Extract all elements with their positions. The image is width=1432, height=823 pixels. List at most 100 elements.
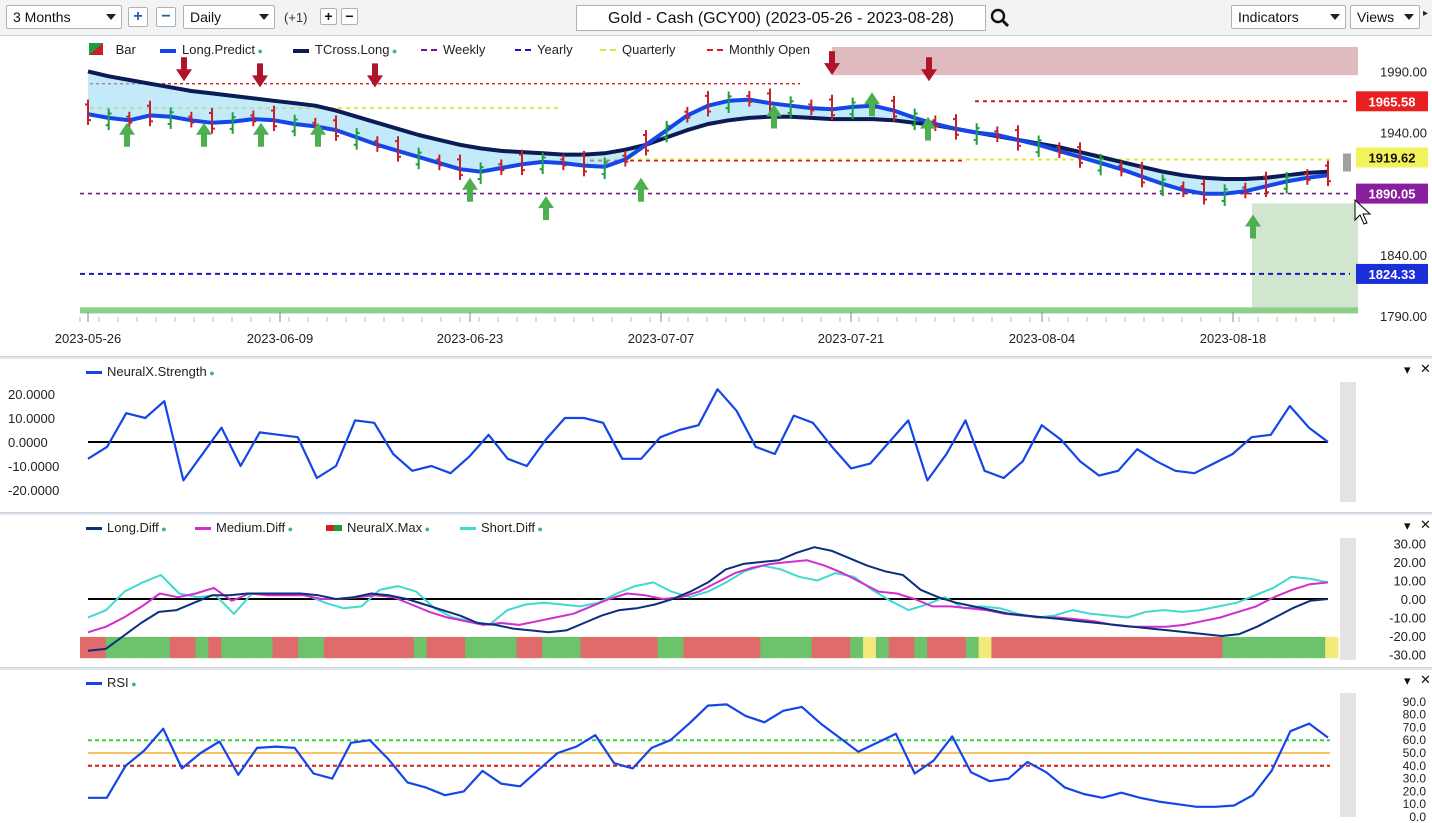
neuralx-max-block: [503, 636, 517, 659]
indicators-dropdown[interactable]: Indicators: [1231, 5, 1346, 29]
neuralx-max-block: [465, 636, 479, 659]
legend-weekly-label: Weekly: [443, 42, 486, 57]
chart-background: [0, 37, 1432, 355]
legend-monthly-open[interactable]: Monthly Open: [707, 42, 810, 57]
chevron-down-icon: [1404, 14, 1414, 20]
legend-short-diff[interactable]: Short.Diff ●: [460, 520, 543, 535]
price-axis-tick: 1840.00: [1380, 248, 1427, 263]
rsi-chart[interactable]: 90.080.070.060.050.040.030.020.010.00.0: [0, 671, 1432, 823]
price-axis-tick: 1790.00: [1380, 309, 1427, 324]
neuralx-max-block: [1209, 636, 1223, 659]
price-tag-label: 1965.58: [1369, 94, 1416, 109]
toolbar: 3 Months + − Daily (+1) + − Gold - Cash …: [0, 0, 1432, 36]
legend-long-predict[interactable]: Long.Predict ●: [160, 42, 263, 57]
strength-axis-tick: 10.0000: [8, 411, 55, 426]
legend-neuralx-strength[interactable]: NeuralX.Strength ●: [86, 364, 215, 379]
neuralx-max-block: [875, 636, 890, 659]
neuralx-max-block: [182, 636, 197, 659]
legend-rsi[interactable]: RSI ●: [86, 675, 137, 690]
neuralx-max-block: [349, 636, 363, 659]
rsi-axis-tick: 0.0: [1409, 810, 1426, 823]
neuralx-max-block: [991, 636, 1005, 659]
legend-swatch: [707, 49, 723, 51]
neuralx-max-block: [1081, 636, 1095, 659]
date-axis-label: 2023-07-21: [818, 331, 885, 346]
pane-scroll-strip: [1340, 693, 1356, 817]
neuralx-max-block: [850, 636, 864, 659]
legend-swatch: [160, 49, 176, 53]
legend-rsi-label: RSI: [107, 675, 129, 690]
legend-swatch: [195, 527, 211, 530]
diff-chart[interactable]: 30.00 20.00 10.00 0.00 -10.00 -20.00 -30.00: [0, 516, 1432, 666]
chevron-down-icon: [106, 14, 116, 20]
neuralx-max-block: [221, 636, 235, 659]
legend-quarterly-label: Quarterly: [622, 42, 676, 57]
zoom-in-button[interactable]: +: [128, 7, 148, 27]
scroll-handle[interactable]: [1343, 153, 1351, 172]
pin-icon[interactable]: ▸: [1423, 8, 1428, 19]
neuralx-max-block: [734, 636, 749, 659]
offset-decrease-button[interactable]: −: [341, 8, 358, 25]
collapse-pane-icon[interactable]: ▾: [1404, 518, 1411, 534]
legend-tcross-long[interactable]: TCross.Long ●: [293, 42, 397, 57]
legend-swatch: [86, 371, 102, 374]
zoom-out-button[interactable]: −: [156, 7, 176, 27]
neuralx-max-block: [824, 636, 838, 659]
search-icon[interactable]: [990, 8, 1010, 28]
neuralx-max-block: [901, 636, 915, 659]
diff-axis-tick: 10.00: [1393, 574, 1426, 589]
neuralx-max-block: [131, 636, 145, 659]
offset-label: (+1): [284, 10, 308, 25]
date-axis-label: 2023-06-23: [437, 331, 504, 346]
chevron-down-icon: [259, 14, 269, 20]
views-dropdown[interactable]: Views: [1350, 5, 1420, 29]
strength-axis-tick: 20.0000: [8, 387, 55, 402]
neuralx-max-block: [747, 636, 761, 659]
rsi-legend: RSI ●: [86, 675, 186, 693]
neuralx-max-block: [246, 636, 261, 659]
pane-separator[interactable]: [0, 356, 1432, 359]
strength-chart[interactable]: 20.0000 10.0000 0.0000 -10.0000 -20.0000: [0, 360, 1432, 512]
symbol-input[interactable]: Gold - Cash (GCY00) (2023-05-26 - 2023-0…: [576, 5, 986, 31]
legend-bar[interactable]: Bar: [88, 42, 136, 57]
neuralx-max-block: [285, 636, 299, 659]
neuralx-max-block: [940, 636, 954, 659]
legend-short-diff-label: Short.Diff: [481, 520, 535, 535]
pane-separator[interactable]: [0, 512, 1432, 515]
neuralx-max-block: [1158, 636, 1172, 659]
legend-long-diff[interactable]: Long.Diff ●: [86, 520, 167, 535]
interval-label: Daily: [190, 9, 222, 25]
legend-yearly[interactable]: Yearly: [515, 42, 573, 57]
date-axis-label: 2023-07-07: [628, 331, 695, 346]
neuralx-max-block: [965, 636, 980, 659]
medium-diff-line: [87, 559, 1329, 634]
price-chart[interactable]: 1990.001940.001890.001840.001790.001965.…: [0, 37, 1432, 355]
neuralx-max-block: [118, 636, 132, 659]
neuralx-max-block: [683, 636, 697, 659]
neuralx-max-block: [169, 636, 184, 659]
close-pane-icon[interactable]: ✕: [1420, 672, 1431, 688]
legend-medium-diff[interactable]: Medium.Diff ●: [195, 520, 293, 535]
price-tag-label: 1919.62: [1369, 150, 1416, 165]
pane-scroll-strip: [1340, 382, 1356, 502]
close-pane-icon[interactable]: ✕: [1420, 361, 1431, 377]
legend-swatch: [293, 49, 309, 53]
offset-increase-button[interactable]: +: [320, 8, 337, 25]
collapse-pane-icon[interactable]: ▾: [1404, 673, 1411, 689]
range-select[interactable]: 3 Months: [6, 5, 122, 29]
interval-select[interactable]: Daily: [183, 5, 275, 29]
close-pane-icon[interactable]: ✕: [1420, 517, 1431, 533]
pane-scroll-strip: [1340, 538, 1356, 660]
diff-axis-tick: 0.00: [1401, 592, 1426, 607]
collapse-pane-icon[interactable]: ▾: [1404, 362, 1411, 378]
pane-separator[interactable]: [0, 667, 1432, 670]
neuralx-max-block: [1004, 636, 1018, 659]
neuralx-max-block: [644, 636, 659, 659]
legend-neuralx-max[interactable]: NeuralX.Max ●: [326, 520, 430, 535]
neuralx-max-block: [631, 636, 646, 659]
neuralx-max-block: [888, 636, 903, 659]
legend-weekly[interactable]: Weekly: [421, 42, 485, 57]
neuralx-max-block: [490, 636, 505, 659]
legend-quarterly[interactable]: Quarterly: [600, 42, 675, 57]
strength-axis-tick: 0.0000: [8, 435, 48, 450]
